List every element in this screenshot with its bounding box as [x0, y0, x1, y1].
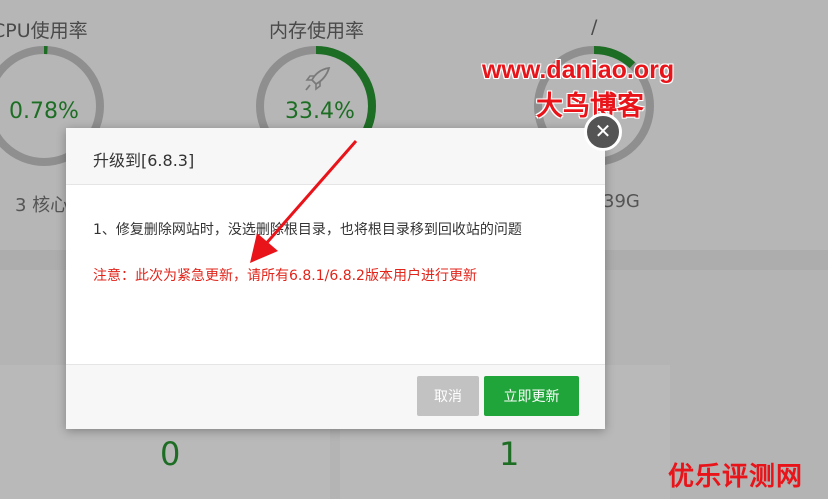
memory-gauge-title: 内存使用率 — [269, 20, 365, 42]
screen: CPU使用率 0.78% 3 核心 内存使用率 33.4% / 39G 0 1 … — [0, 0, 828, 499]
disk-gauge-title: / — [591, 16, 598, 38]
watermark-url: www.daniao.org — [482, 56, 675, 84]
dialog-body: 1、修复删除网站时，没选删除根目录，也将根目录移到回收站的问题 注意：此次为紧急… — [93, 214, 583, 286]
cpu-gauge-value: 0.78% — [9, 99, 79, 124]
update-description: 1、修复删除网站时，没选删除根目录，也将根目录移到回收站的问题 — [93, 222, 522, 238]
cancel-button[interactable]: 取消 — [417, 376, 479, 416]
dialog-title: 升级到[6.8.3] — [93, 151, 195, 170]
dialog-footer: 取消 立即更新 — [66, 364, 605, 429]
update-now-button[interactable]: 立即更新 — [484, 376, 579, 416]
memory-gauge-value: 33.4% — [285, 99, 355, 124]
update-note: 注意：此次为紧急更新，请所有6.8.1/6.8.2版本用户进行更新 — [93, 268, 477, 284]
rocket-icon[interactable] — [303, 66, 333, 92]
corner-watermark: 优乐评测网 — [668, 462, 804, 492]
ftp-count: 1 — [499, 435, 520, 473]
close-icon[interactable]: ✕ — [584, 113, 622, 151]
cpu-gauge-title: CPU使用率 — [0, 20, 88, 42]
disk-size: 39G — [603, 191, 640, 212]
dialog-header: 升级到[6.8.3] — [66, 128, 605, 185]
site-count: 0 — [160, 435, 181, 473]
upgrade-dialog: 升级到[6.8.3] 1、修复删除网站时，没选删除根目录，也将根目录移到回收站的… — [66, 128, 605, 429]
cpu-cores: 3 核心 — [15, 195, 69, 216]
